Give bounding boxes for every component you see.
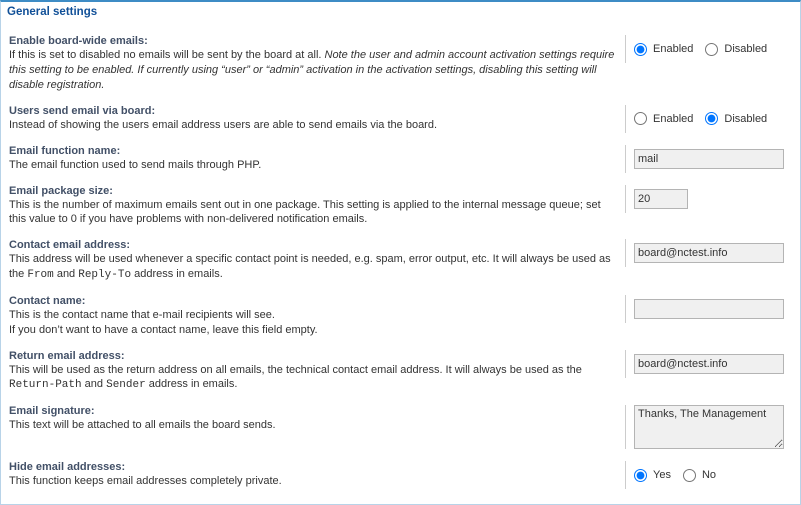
- email-function-name-input[interactable]: [634, 149, 784, 169]
- label-users-via-board: Users send email via board:: [9, 105, 615, 117]
- enable-emails-disabled-radio[interactable]: [705, 43, 718, 56]
- enable-emails-disabled-option[interactable]: Disabled: [705, 43, 775, 56]
- email-signature-textarea[interactable]: [634, 405, 784, 449]
- users-via-board-enabled-option[interactable]: Enabled: [634, 112, 701, 125]
- hide-emails-yes-radio[interactable]: [634, 469, 647, 482]
- row-contact-email: Contact email address: This address will…: [9, 232, 792, 288]
- desc-users-via-board: Instead of showing the users email addre…: [9, 119, 437, 131]
- label-contact-name: Contact name:: [9, 295, 615, 307]
- hide-emails-no-option[interactable]: No: [683, 469, 724, 482]
- contact-name-input[interactable]: [634, 299, 784, 319]
- row-email-function-name: Email function name: The email function …: [9, 138, 792, 178]
- label-email-function: Email function name:: [9, 145, 615, 157]
- row-users-send-via-board: Users send email via board: Instead of s…: [9, 98, 792, 138]
- desc-contact-email: This address will be used whenever a spe…: [9, 253, 611, 280]
- contact-email-input[interactable]: [634, 243, 784, 263]
- desc-return-email: This will be used as the return address …: [9, 364, 582, 391]
- desc-email-signature: This text will be attached to all emails…: [9, 419, 276, 431]
- row-return-email: Return email address: This will be used …: [9, 343, 792, 399]
- label-contact-email: Contact email address:: [9, 239, 615, 251]
- label-enable-emails: Enable board-wide emails:: [9, 35, 615, 47]
- users-via-board-disabled-radio[interactable]: [705, 112, 718, 125]
- label-package-size: Email package size:: [9, 185, 615, 197]
- desc-enable-emails: If this is set to disabled no emails wil…: [9, 49, 614, 91]
- desc-email-function: The email function used to send mails th…: [9, 159, 261, 171]
- enable-emails-enabled-radio[interactable]: [634, 43, 647, 56]
- panel-body: Enable board-wide emails: If this is set…: [1, 24, 800, 504]
- hide-emails-yes-option[interactable]: Yes: [634, 469, 679, 482]
- row-email-package-size: Email package size: This is the number o…: [9, 178, 792, 233]
- general-settings-panel: General settings Enable board-wide email…: [0, 0, 801, 505]
- users-via-board-enabled-radio[interactable]: [634, 112, 647, 125]
- row-email-signature: Email signature: This text will be attac…: [9, 398, 792, 454]
- return-email-input[interactable]: [634, 354, 784, 374]
- row-hide-emails: Hide email addresses: This function keep…: [9, 454, 792, 494]
- label-email-signature: Email signature:: [9, 405, 615, 417]
- desc-contact-name: This is the contact name that e-mail rec…: [9, 309, 318, 336]
- label-hide-emails: Hide email addresses:: [9, 461, 615, 473]
- panel-title: General settings: [1, 2, 800, 24]
- row-contact-name: Contact name: This is the contact name t…: [9, 288, 792, 343]
- hide-emails-no-radio[interactable]: [683, 469, 696, 482]
- users-via-board-disabled-option[interactable]: Disabled: [705, 112, 775, 125]
- enable-emails-enabled-option[interactable]: Enabled: [634, 43, 701, 56]
- desc-hide-emails: This function keeps email addresses comp…: [9, 475, 282, 487]
- row-enable-emails: Enable board-wide emails: If this is set…: [9, 28, 792, 98]
- email-package-size-input[interactable]: [634, 189, 688, 209]
- desc-package-size: This is the number of maximum emails sen…: [9, 199, 601, 226]
- label-return-email: Return email address:: [9, 350, 615, 362]
